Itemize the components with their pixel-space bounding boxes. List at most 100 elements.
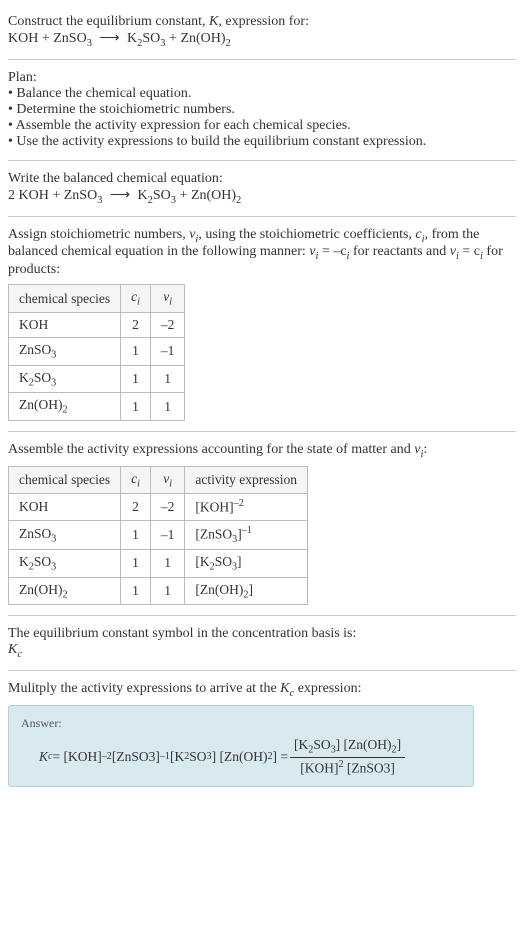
table-row: ZnSO3 1 –1 [ZnSO3]–1 [9,520,308,549]
plan-title: Plan: [8,70,516,86]
divider [8,160,516,161]
cell-activity: [ZnSO3]–1 [185,520,308,549]
text: ] [Zn(OH) [336,737,392,752]
table-header-row: chemical species ci νi [9,285,185,313]
text: [KOH] [300,760,338,775]
table-header: ci [121,285,151,313]
answer-box: Answer: Kc = [KOH]–2 [ZnSO3]–1 [K2SO3] [… [8,705,474,787]
sub: 2 [226,38,231,49]
table-header: ci [121,466,151,494]
eq-rhs: K [138,188,148,203]
text: Assemble the activity expressions accoun… [8,442,414,457]
table-row: K2SO3 1 1 [K2SO3] [9,550,308,578]
text: ] = [273,749,288,765]
table-row: ZnSO3 1 –1 [9,337,185,365]
plan-bullet: • Assemble the activity expression for e… [8,118,516,134]
text: ] [397,737,402,752]
cell-species: Zn(OH)2 [9,577,121,605]
sub: 2 [236,195,241,206]
cell-v: 1 [150,393,185,421]
multiply-section: Mulitply the activity expressions to arr… [8,675,516,793]
header-text: νi [163,289,172,304]
text: KOH [19,499,48,514]
stoich-section: Assign stoichiometric numbers, νi , using… [8,221,516,427]
k-symbol: K [39,749,48,765]
cell-c: 1 [121,520,151,549]
sub: 2 [63,405,68,416]
cell-v: 1 [150,577,185,605]
text: SO [215,554,232,569]
fraction: [K2SO3] [Zn(OH)2] [KOH]2 [ZnSO3] [290,737,405,776]
table-row: Zn(OH)2 1 1 [9,393,185,421]
cell-c: 1 [121,393,151,421]
kc-symbol-section: The equilibrium constant symbol in the c… [8,620,516,666]
stoich-table: chemical species ci νi KOH 2 –2 ZnSO3 1 … [8,284,185,421]
divider [8,670,516,671]
cell-v: –1 [150,520,185,549]
eq-rhs: SO [153,188,171,203]
divider [8,216,516,217]
table-header: νi [150,285,185,313]
text: ZnSO [19,526,51,541]
text: Zn(OH) [19,582,63,597]
table-row: K2SO3 1 1 [9,365,185,393]
header-text: ci [131,289,140,304]
text: SO [189,749,206,765]
balanced-title: Write the balanced chemical equation: [8,171,516,187]
eq-rhs: + Zn(OH) [176,188,236,203]
table-row: Zn(OH)2 1 1 [Zn(OH)2] [9,577,308,605]
sub: 3 [51,562,56,573]
plan-bullet: • Balance the chemical equation. [8,86,516,102]
sub: 3 [97,195,102,206]
table-header: chemical species [9,285,121,313]
table-header: νi [150,466,185,494]
sup: –1 [160,751,170,762]
eq-lhs: KOH + ZnSO [8,31,87,46]
text: [KOH] [195,500,233,515]
text: , using the stoichiometric coefficients, [198,227,415,242]
text: Mulitply the activity expressions to arr… [8,681,280,696]
sub: 3 [51,377,56,388]
cell-v: 1 [150,365,185,393]
table-header: chemical species [9,466,121,494]
text: SO [34,554,51,569]
cell-activity: [Zn(OH)2] [185,577,308,605]
intro-section: Construct the equilibrium constant, K, e… [8,8,516,55]
cell-species: ZnSO3 [9,337,121,365]
text: [ZnSO [195,526,232,541]
cell-species: Zn(OH)2 [9,393,121,421]
multiply-text: Mulitply the activity expressions to arr… [8,681,516,699]
text: [ZnSO3] [344,760,395,775]
cell-v: –1 [150,337,185,365]
cell-species: K2SO3 [9,550,121,578]
text: [K [294,737,308,752]
cell-c: 2 [121,312,151,337]
table-header-row: chemical species ci νi activity expressi… [9,466,308,494]
text: : [423,442,427,457]
cell-c: 1 [121,337,151,365]
numerator: [K2SO3] [Zn(OH)2] [290,737,405,758]
sub: 3 [51,350,56,361]
cell-activity: [KOH]–2 [185,494,308,521]
cell-v: –2 [150,312,185,337]
k-symbol: K [280,681,289,696]
cell-species: KOH [9,312,121,337]
cell-species: KOH [9,494,121,521]
table-row: KOH 2 –2 [KOH]–2 [9,494,308,521]
plan-bullet: • Determine the stoichiometric numbers. [8,102,516,118]
eq-rhs: SO [142,31,160,46]
unbalanced-equation: KOH + ZnSO3 ⟶ K2SO3 + Zn(OH)2 [8,30,516,49]
text: Assign stoichiometric numbers, [8,227,189,242]
sub: 3 [87,38,92,49]
cell-activity: [K2SO3] [185,550,308,578]
header-text: chemical species [19,472,110,487]
text: ] [Zn(OH) [212,749,268,765]
sub: c [17,649,22,660]
k-symbol: K [209,14,218,29]
activity-section: Assemble the activity expressions accoun… [8,436,516,612]
sub: 2 [63,589,68,600]
cell-species: ZnSO3 [9,520,121,549]
text: ] [237,554,242,569]
header-text: νi [163,471,172,486]
activity-table: chemical species ci νi activity expressi… [8,466,308,606]
